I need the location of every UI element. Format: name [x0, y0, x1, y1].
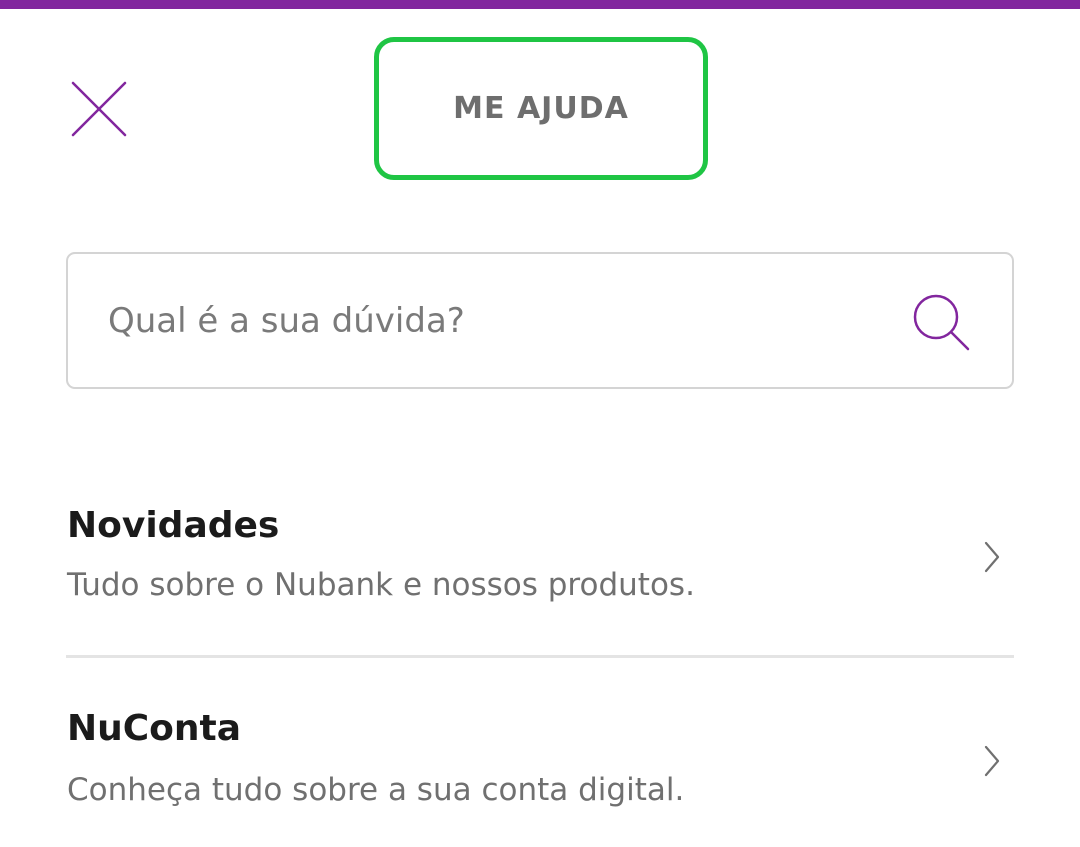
list-item-nuconta[interactable]: NuConta Conheça tudo sobre a sua conta d… [66, 700, 1014, 847]
list-item-description: Tudo sobre o Nubank e nossos produtos. [67, 567, 695, 603]
chevron-right-icon [981, 744, 1003, 778]
close-icon [71, 81, 127, 137]
search-box[interactable] [66, 252, 1014, 389]
search-input[interactable] [108, 254, 888, 387]
divider [66, 655, 1014, 658]
page-title-container: ME AJUDA [374, 37, 708, 180]
search-icon[interactable] [911, 292, 973, 354]
list-item-title: NuConta [67, 708, 242, 749]
top-accent-bar [0, 0, 1080, 9]
page-title: ME AJUDA [453, 91, 629, 126]
chevron-right-icon [981, 540, 1003, 574]
close-button[interactable] [64, 74, 134, 144]
list-item-novidades[interactable]: Novidades Tudo sobre o Nubank e nossos p… [66, 495, 1014, 645]
list-item-title: Novidades [67, 505, 280, 546]
list-item-description: Conheça tudo sobre a sua conta digital. [67, 772, 685, 808]
